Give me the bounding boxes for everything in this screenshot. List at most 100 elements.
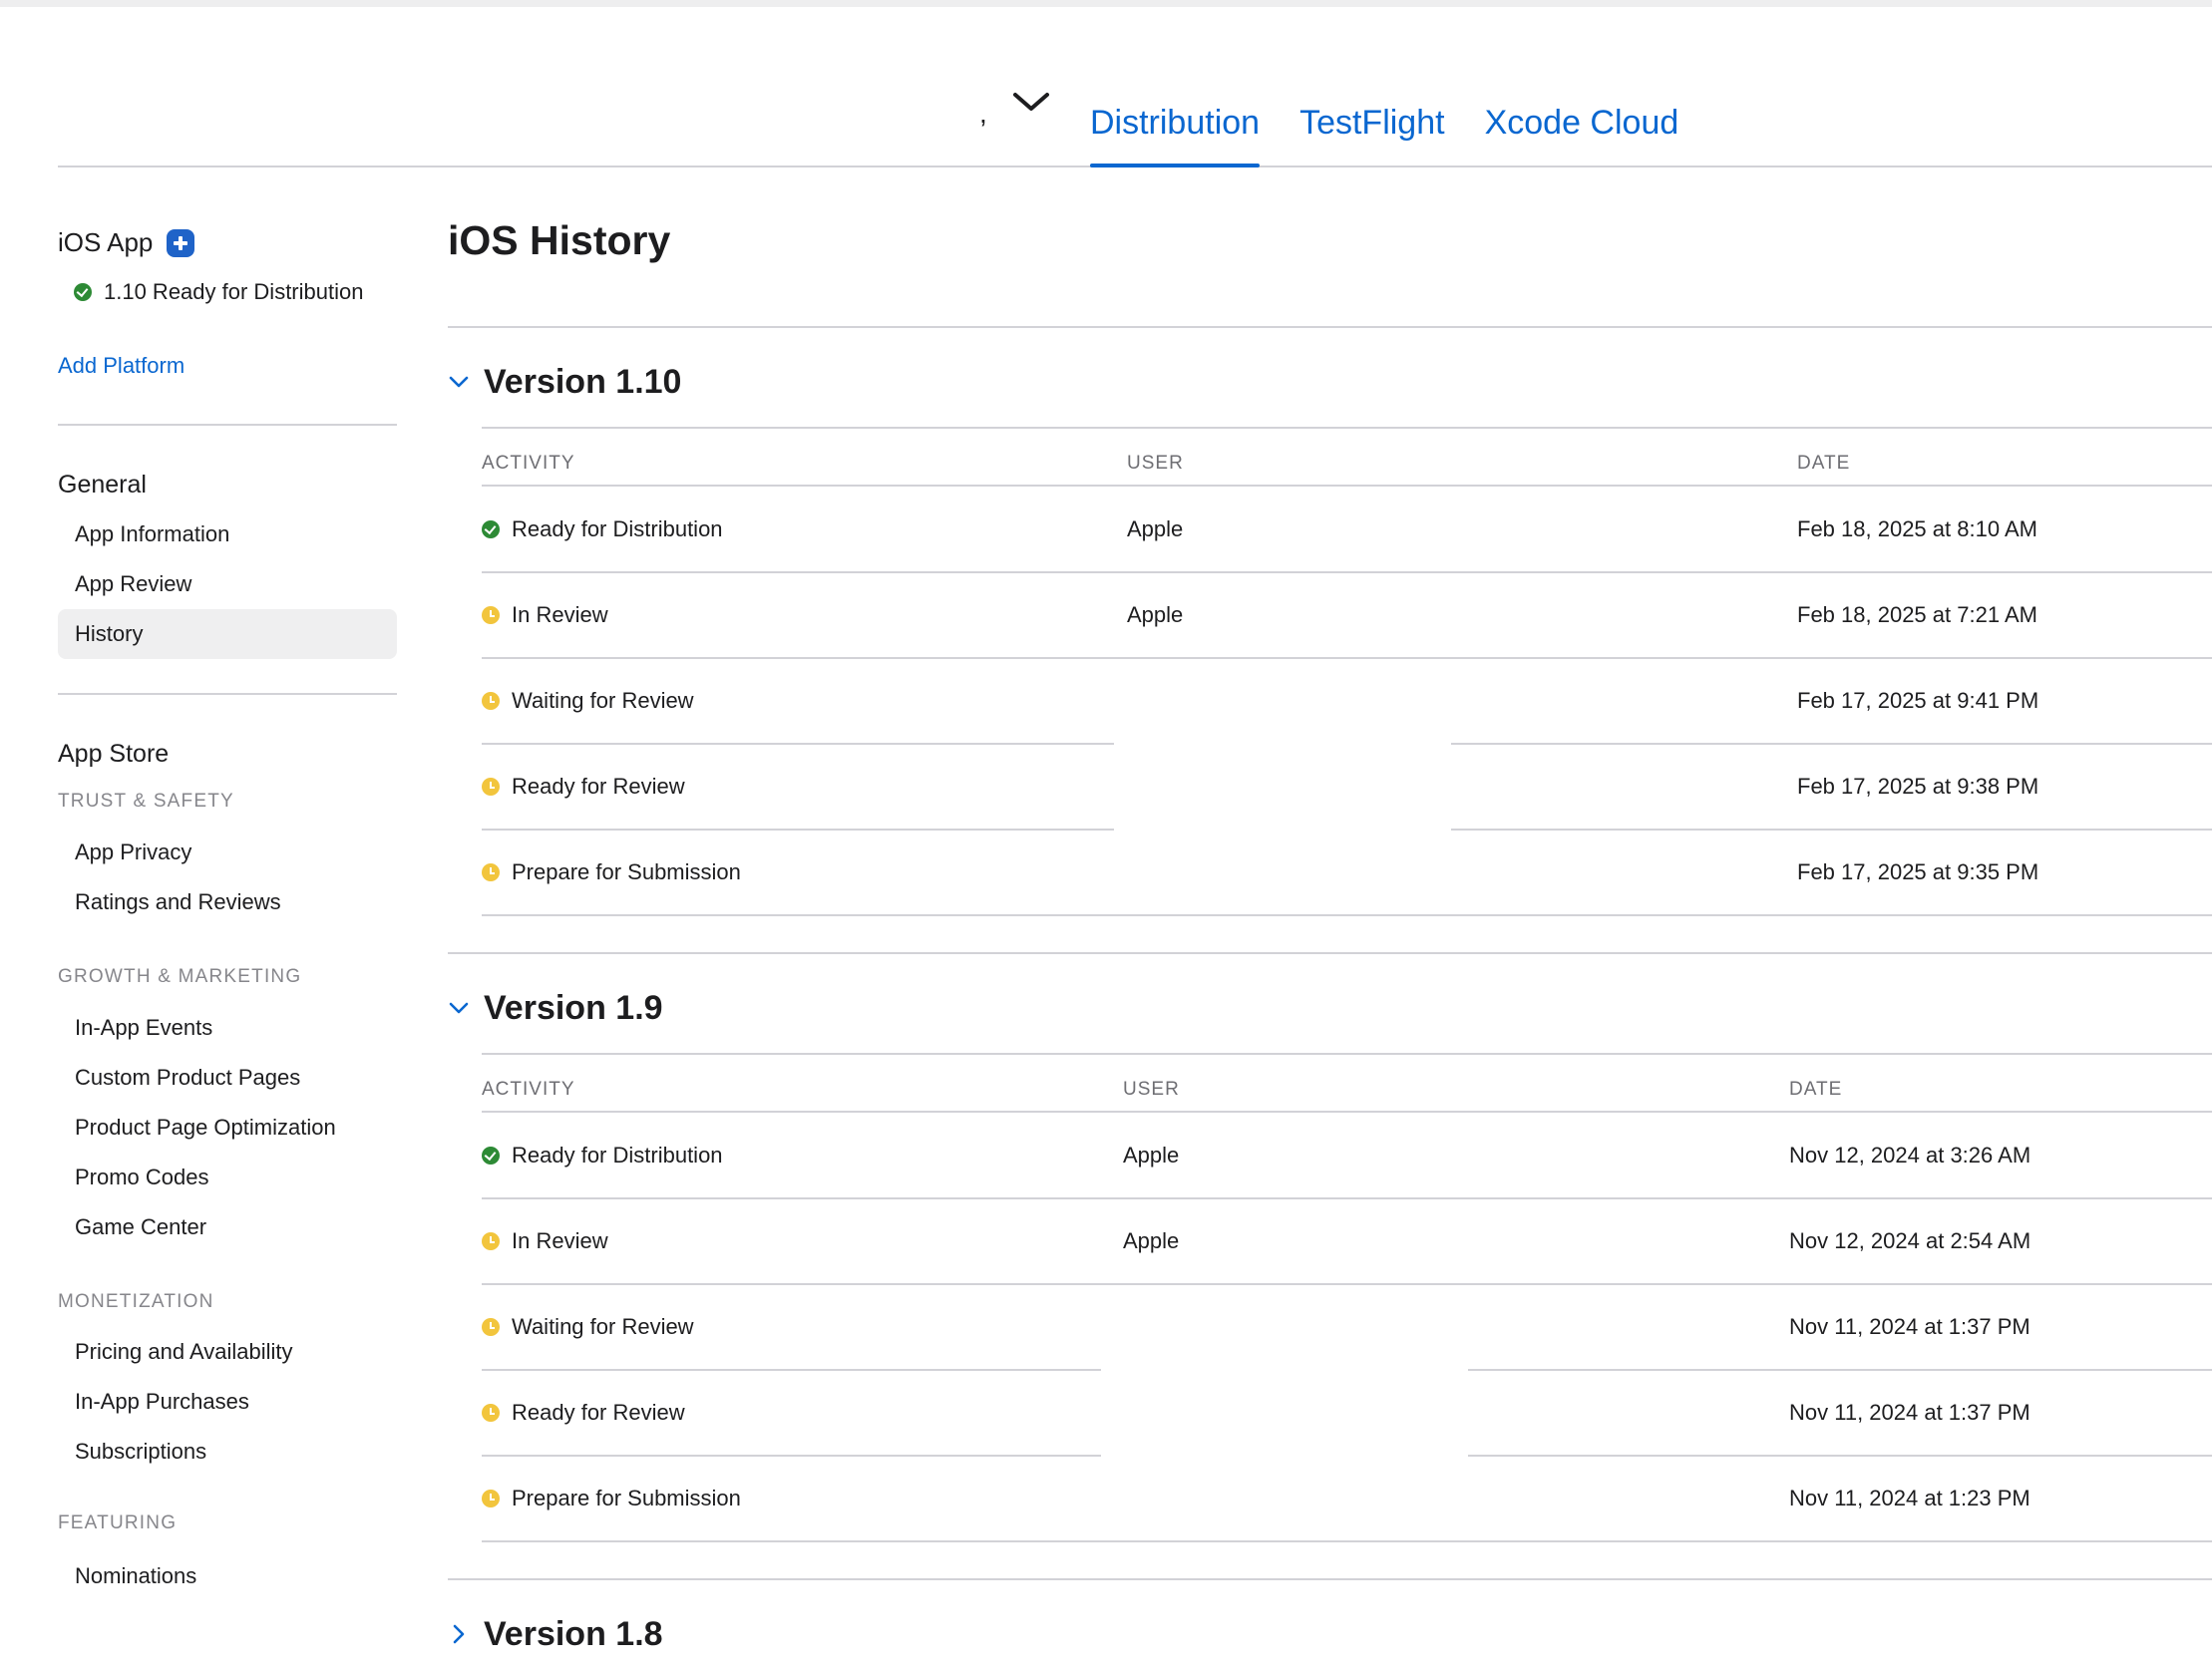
table-row[interactable]: Prepare for Submission Nov 11, 2024 at 1… xyxy=(482,1456,2212,1541)
version-title: Version 1.8 xyxy=(484,1614,663,1653)
sidebar-item-app-privacy[interactable]: App Privacy xyxy=(58,828,397,877)
platform-title: iOS App xyxy=(58,227,154,257)
chevron-right-icon xyxy=(453,1624,465,1644)
sidebar-item-history[interactable]: History xyxy=(58,609,397,659)
version-header-1-10[interactable]: Version 1.10 xyxy=(448,362,681,402)
date-cell: Nov 12, 2024 at 3:26 AM xyxy=(1789,1143,2031,1168)
platform-status-label: 1.10 Ready for Distribution xyxy=(104,279,364,304)
version-header-1-9[interactable]: Version 1.9 xyxy=(448,988,663,1028)
activity-label: Prepare for Submission xyxy=(512,859,741,884)
sidebar-item-in-app-events[interactable]: In-App Events xyxy=(58,1003,397,1053)
column-header-date: DATE xyxy=(1789,1079,1843,1100)
activity-label: Ready for Review xyxy=(512,1400,685,1425)
clock-icon xyxy=(482,692,500,710)
column-header-activity: ACTIVITY xyxy=(482,453,575,474)
sidebar-item-app-information[interactable]: App Information xyxy=(58,509,397,559)
date-cell: Feb 17, 2025 at 9:35 PM xyxy=(1797,859,2039,884)
checkmark-circle-icon xyxy=(74,283,92,301)
table-row[interactable]: Waiting for Review Feb 17, 2025 at 9:41 … xyxy=(482,658,2212,744)
column-header-date: DATE xyxy=(1797,453,1851,474)
date-cell: Nov 11, 2024 at 1:23 PM xyxy=(1789,1486,2030,1510)
user-cell: Apple xyxy=(1123,1228,1180,1253)
sidebar-category-growth-marketing: GROWTH & MARKETING xyxy=(58,966,302,987)
sidebar-heading-general: General xyxy=(58,471,147,499)
user-cell: Apple xyxy=(1127,602,1184,627)
table-row[interactable]: Ready for Distribution Apple Feb 18, 202… xyxy=(482,487,2212,572)
date-cell: Feb 17, 2025 at 9:38 PM xyxy=(1797,774,2039,799)
tab-testflight[interactable]: TestFlight xyxy=(1299,93,1445,166)
activity-label: Prepare for Submission xyxy=(512,1486,741,1510)
date-cell: Nov 12, 2024 at 2:54 AM xyxy=(1789,1228,2031,1253)
checkmark-circle-icon xyxy=(482,520,500,538)
clock-icon xyxy=(482,863,500,881)
sidebar-item-game-center[interactable]: Game Center xyxy=(58,1202,397,1252)
table-divider xyxy=(482,427,2212,429)
section-divider xyxy=(448,326,2212,328)
activity-label: Ready for Review xyxy=(512,774,685,799)
activity-label: In Review xyxy=(512,602,608,627)
user-cell: Apple xyxy=(1127,516,1184,541)
version-header-1-8[interactable]: Version 1.8 xyxy=(448,1614,663,1654)
app-switcher-label: , xyxy=(979,98,987,129)
sidebar-item-subscriptions[interactable]: Subscriptions xyxy=(58,1427,397,1477)
activity-label: In Review xyxy=(512,1228,608,1253)
table-row[interactable]: In Review Apple Feb 18, 2025 at 7:21 AM xyxy=(482,572,2212,658)
date-cell: Nov 11, 2024 at 1:37 PM xyxy=(1789,1314,2030,1339)
page-title: iOS History xyxy=(448,217,671,263)
sidebar-item-ratings-and-reviews[interactable]: Ratings and Reviews xyxy=(58,877,397,927)
window-top-strip xyxy=(0,0,2212,7)
add-platform-link[interactable]: Add Platform xyxy=(58,353,184,379)
sidebar-item-in-app-purchases[interactable]: In-App Purchases xyxy=(58,1377,397,1427)
clock-icon xyxy=(482,1490,500,1507)
sidebar-item-promo-codes[interactable]: Promo Codes xyxy=(58,1153,397,1202)
clock-icon xyxy=(482,606,500,624)
table-row[interactable]: Ready for Distribution Apple Nov 12, 202… xyxy=(482,1113,2212,1198)
section-divider xyxy=(448,952,2212,954)
table-row[interactable]: Waiting for Review Nov 11, 2024 at 1:37 … xyxy=(482,1284,2212,1370)
clock-icon xyxy=(482,1404,500,1422)
section-divider xyxy=(448,1578,2212,1580)
sidebar-divider xyxy=(58,693,397,695)
sidebar-heading-app-store: App Store xyxy=(58,740,170,768)
clock-icon xyxy=(482,1318,500,1336)
user-cell: Apple xyxy=(1123,1143,1180,1168)
sidebar-item-app-review[interactable]: App Review xyxy=(58,559,397,609)
version-title: Version 1.10 xyxy=(484,362,682,401)
chevron-down-icon xyxy=(449,376,469,388)
activity-label: Ready for Distribution xyxy=(512,516,723,541)
table-divider xyxy=(482,914,2212,916)
app-switcher[interactable]: , xyxy=(918,82,1077,142)
date-cell: Feb 18, 2025 at 7:21 AM xyxy=(1797,602,2037,627)
date-cell: Nov 11, 2024 at 1:37 PM xyxy=(1789,1400,2030,1425)
date-cell: Feb 17, 2025 at 9:41 PM xyxy=(1797,688,2039,713)
sidebar-item-product-page-optimization[interactable]: Product Page Optimization xyxy=(58,1103,397,1153)
sidebar-category-featuring: FEATURING xyxy=(58,1512,178,1533)
column-header-user: USER xyxy=(1123,1079,1180,1100)
sidebar-item-custom-product-pages[interactable]: Custom Product Pages xyxy=(58,1053,397,1103)
table-row[interactable]: Ready for Review Feb 17, 2025 at 9:38 PM xyxy=(482,744,2212,830)
table-row[interactable]: In Review Apple Nov 12, 2024 at 2:54 AM xyxy=(482,1198,2212,1284)
platform-header: iOS App xyxy=(58,227,195,258)
activity-label: Waiting for Review xyxy=(512,1314,694,1339)
tab-distribution[interactable]: Distribution xyxy=(1090,93,1261,167)
table-row[interactable]: Ready for Review Nov 11, 2024 at 1:37 PM xyxy=(482,1370,2212,1456)
table-row[interactable]: Prepare for Submission Feb 17, 2025 at 9… xyxy=(482,830,2212,915)
top-tabs: Distribution TestFlight Xcode Cloud xyxy=(1090,93,1718,167)
column-header-activity: ACTIVITY xyxy=(482,1079,575,1100)
chevron-down-icon xyxy=(449,1002,469,1014)
sidebar-category-trust-safety: TRUST & SAFETY xyxy=(58,791,234,812)
add-version-plus-icon[interactable] xyxy=(167,228,195,257)
clock-icon xyxy=(482,1232,500,1250)
column-header-user: USER xyxy=(1127,453,1184,474)
activity-label: Waiting for Review xyxy=(512,688,694,713)
platform-version-status[interactable]: 1.10 Ready for Distribution xyxy=(74,279,363,305)
sidebar-category-monetization: MONETIZATION xyxy=(58,1291,214,1312)
sidebar-divider xyxy=(58,424,397,426)
table-divider xyxy=(482,1540,2212,1542)
tab-xcode-cloud[interactable]: Xcode Cloud xyxy=(1485,93,1679,166)
table-divider xyxy=(482,1053,2212,1055)
sidebar-item-pricing-and-availability[interactable]: Pricing and Availability xyxy=(58,1327,397,1377)
sidebar-item-nominations[interactable]: Nominations xyxy=(58,1551,397,1601)
date-cell: Feb 18, 2025 at 8:10 AM xyxy=(1797,516,2037,541)
chevron-down-icon xyxy=(1013,93,1049,111)
